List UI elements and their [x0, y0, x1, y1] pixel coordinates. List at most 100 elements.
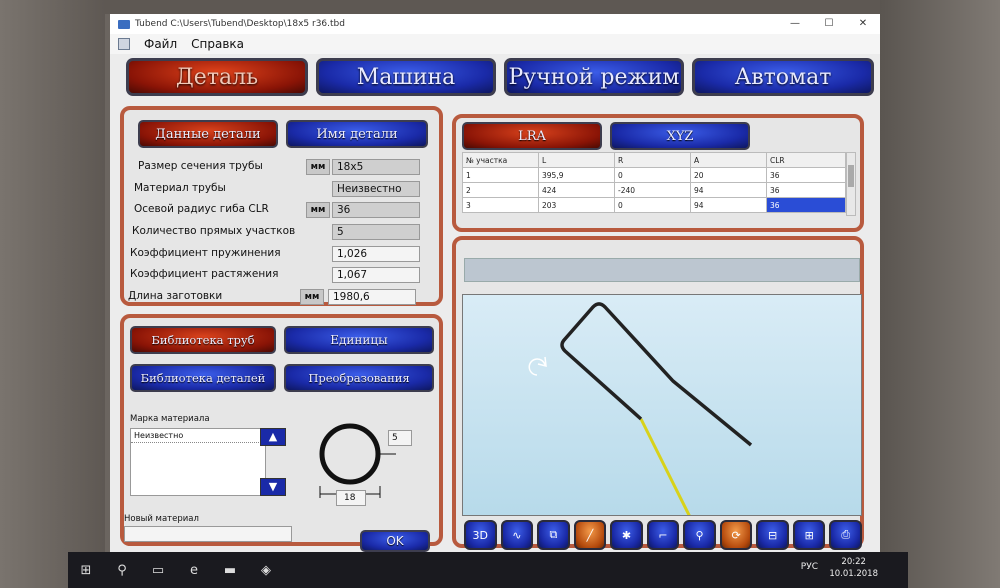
unit-badge-section: мм: [306, 159, 330, 175]
point-icon[interactable]: ✱: [610, 520, 643, 550]
zoom-icon[interactable]: ⚲: [683, 520, 716, 550]
unit-badge-clr: мм: [306, 202, 330, 218]
row-label-springback: Коэффициент пружинения: [130, 247, 281, 259]
link-icon[interactable]: ⧉: [537, 520, 570, 550]
value-material: Неизвестно: [332, 181, 420, 197]
col-header: L: [538, 152, 615, 168]
system-clock[interactable]: 20:22 10.01.2018: [829, 556, 878, 580]
table-cell-selected[interactable]: 36: [766, 197, 846, 213]
table-cell[interactable]: 94: [690, 182, 767, 198]
menu-help[interactable]: Справка: [191, 37, 244, 51]
transform-button[interactable]: Преобразования: [284, 364, 434, 392]
col-header: № участка: [462, 152, 539, 168]
edge-icon[interactable]: e: [176, 563, 212, 578]
table-row[interactable]: 3 203 0 94 36: [462, 197, 846, 213]
row-label-blank-length: Длина заготовки: [128, 290, 223, 302]
monitor-bezel-top: [0, 0, 1000, 14]
part-library-button[interactable]: Библиотека деталей: [130, 364, 276, 392]
table-row[interactable]: 1 395,9 0 20 36: [462, 167, 846, 183]
tube-library-button[interactable]: Библиотека труб: [130, 326, 276, 354]
row-label-straights: Количество прямых участков: [132, 225, 296, 237]
list-item[interactable]: Неизвестно: [131, 429, 265, 443]
table-cell[interactable]: 0: [614, 197, 691, 213]
coordinates-panel: LRA XYZ № участка L R A CLR 1 395,9 0 20…: [452, 114, 864, 232]
table-cell[interactable]: 203: [538, 197, 615, 213]
tab-detail[interactable]: Деталь: [126, 58, 308, 96]
maximize-icon[interactable]: ☐: [812, 14, 846, 34]
col-header: A: [690, 152, 767, 168]
scroll-down-icon[interactable]: ▼: [260, 478, 286, 496]
window-controls: — ☐ ✕: [778, 14, 880, 34]
search-icon[interactable]: ⚲: [104, 563, 140, 578]
value-elongation[interactable]: 1,067: [332, 267, 420, 283]
corner-icon[interactable]: ⌐: [646, 520, 680, 550]
print-icon[interactable]: ⎙: [829, 520, 863, 550]
language-indicator[interactable]: РУС: [801, 562, 818, 572]
menu-bar: Файл Справка: [110, 34, 880, 54]
table-cell[interactable]: 1: [462, 167, 539, 183]
value-springback[interactable]: 1,026: [332, 246, 420, 262]
close-icon[interactable]: ✕: [846, 14, 880, 34]
fit-horizontal-icon[interactable]: ⊟: [756, 520, 789, 550]
part-data-tab[interactable]: Данные детали: [138, 120, 278, 148]
tab-manual-mode[interactable]: Ручной режим: [504, 58, 684, 96]
material-listbox[interactable]: Неизвестно: [130, 428, 266, 496]
value-section: 18x5: [332, 159, 420, 175]
table-cell[interactable]: -240: [614, 182, 691, 198]
tube-section-circle: [319, 423, 381, 485]
table-scrollbar[interactable]: [846, 152, 856, 216]
table-cell[interactable]: 395,9: [538, 167, 615, 183]
lra-tab[interactable]: LRA: [462, 122, 602, 150]
table-cell[interactable]: 0: [614, 167, 691, 183]
view-3d-button[interactable]: 3D: [464, 520, 497, 550]
explorer-icon[interactable]: ▬: [212, 563, 248, 578]
part-data-panel: Данные детали Имя детали Размер сечения …: [120, 106, 443, 306]
tube-3d-view[interactable]: [462, 294, 862, 524]
part-name-tab[interactable]: Имя детали: [286, 120, 428, 148]
table-cell[interactable]: 36: [766, 167, 846, 183]
col-header: R: [614, 152, 691, 168]
start-icon[interactable]: ⊞: [68, 563, 104, 578]
tube-segment-icon[interactable]: ╱: [573, 520, 607, 550]
table-cell[interactable]: 20: [690, 167, 767, 183]
table-cell[interactable]: 3: [462, 197, 539, 213]
menu-app-icon: [118, 38, 130, 50]
task-view-icon[interactable]: ▭: [140, 563, 176, 578]
unit-badge-length: мм: [300, 289, 324, 305]
value-straights: 5: [332, 224, 420, 240]
table-cell[interactable]: 424: [538, 182, 615, 198]
table-header-row: № участка L R A CLR: [462, 152, 846, 168]
tab-auto[interactable]: Автомат: [692, 58, 874, 96]
xyz-tab[interactable]: XYZ: [610, 122, 750, 150]
table-cell[interactable]: 36: [766, 182, 846, 198]
table-cell[interactable]: 94: [690, 197, 767, 213]
row-label-section: Размер сечения трубы: [138, 160, 263, 172]
windows-taskbar: ⊞ ⚲ ▭ e ▬ ◈ РУС 20:22 10.01.2018: [68, 552, 908, 588]
library-panel: Библиотека труб Единицы Библиотека детал…: [120, 314, 443, 552]
tube-bent-segment: [560, 302, 753, 447]
title-bar: Tubend C:\Users\Tubend\Desktop\18x5 r36.…: [110, 14, 880, 34]
view-panel: 3D ∿ ⧉ ╱ ✱ ⌐ ⚲ ⟳ ⊟ ⊞ ⎙: [452, 236, 864, 550]
wall-thickness-value: 5: [388, 430, 412, 446]
bend-curve-icon[interactable]: ∿: [500, 520, 534, 550]
diameter-value: 18: [336, 490, 366, 506]
rotate-view-icon[interactable]: ⟳: [719, 520, 753, 550]
ok-button[interactable]: OK: [360, 530, 430, 552]
window-title: Tubend C:\Users\Tubend\Desktop\18x5 r36.…: [135, 19, 345, 29]
clock-date: 10.01.2018: [829, 569, 878, 579]
rotate-icon[interactable]: [528, 358, 546, 376]
new-material-input[interactable]: [124, 526, 292, 542]
fit-center-icon[interactable]: ⊞: [792, 520, 826, 550]
scroll-up-icon[interactable]: ▲: [260, 428, 286, 446]
tube-model: [528, 302, 753, 524]
table-cell[interactable]: 2: [462, 182, 539, 198]
tubend-app-icon[interactable]: ◈: [248, 563, 284, 578]
menu-file[interactable]: Файл: [144, 37, 177, 51]
minimize-icon[interactable]: —: [778, 14, 812, 34]
units-button[interactable]: Единицы: [284, 326, 434, 354]
scrollbar-thumb[interactable]: [848, 165, 854, 187]
value-blank-length: 1980,6: [328, 289, 416, 305]
tab-machine[interactable]: Машина: [316, 58, 496, 96]
row-label-elongation: Коэффициент растяжения: [130, 268, 279, 280]
table-row[interactable]: 2 424 -240 94 36: [462, 182, 846, 198]
